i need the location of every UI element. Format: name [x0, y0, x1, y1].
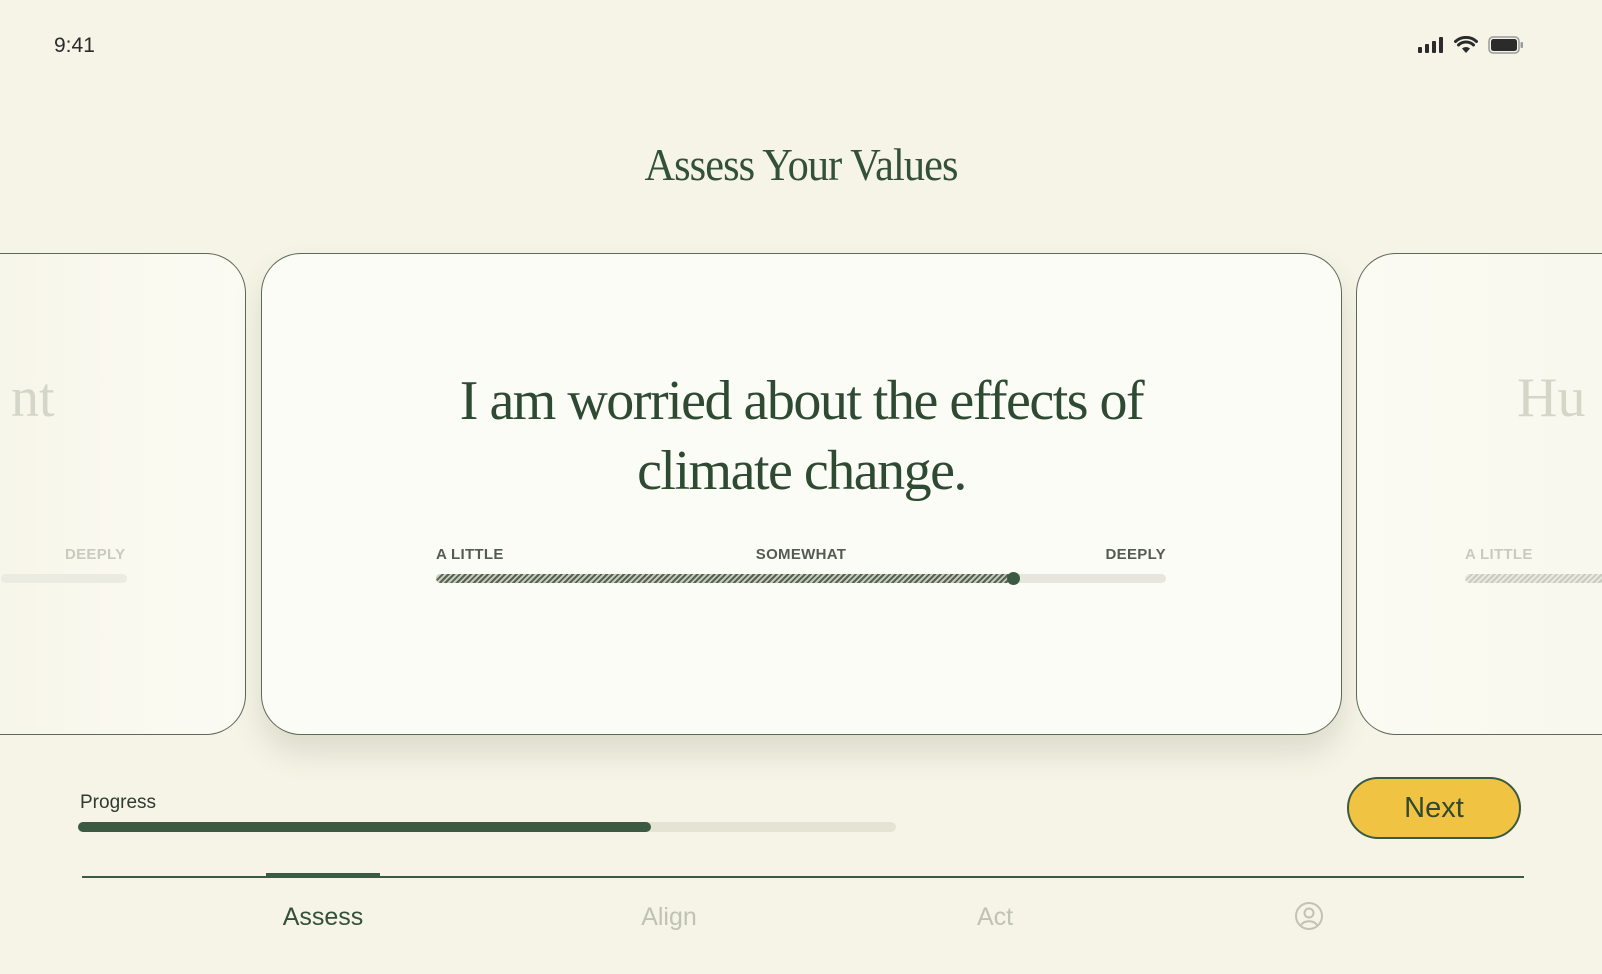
previous-card-scale-track [1, 574, 127, 583]
statement-line-2: climate change. [637, 440, 967, 502]
tab-profile[interactable] [1294, 901, 1324, 931]
slider-track[interactable] [436, 572, 1166, 585]
next-statement-card[interactable]: Hu A LITTLE [1356, 253, 1602, 735]
nav-divider [82, 876, 1524, 878]
scale-label-somewhat: SOMEWHAT [755, 546, 847, 563]
status-time: 9:41 [54, 34, 95, 57]
agreement-slider[interactable]: A LITTLE SOMEWHAT DEEPLY [436, 546, 1166, 585]
statement-line-1: I am worried about the effects of [459, 370, 1145, 432]
progress-label: Progress [80, 792, 157, 813]
previous-card-text: nt [11, 367, 55, 429]
page-title: Assess Your Values [644, 139, 958, 190]
next-card-scale-track [1465, 574, 1602, 583]
slider-fill [436, 574, 1013, 583]
tab-align[interactable]: Align [641, 903, 697, 932]
tab-act[interactable]: Act [977, 903, 1013, 932]
previous-statement-card[interactable]: nt DEEPLY [0, 253, 246, 735]
slider-thumb[interactable] [1006, 572, 1020, 585]
cellular-signal-icon [1418, 37, 1443, 53]
tab-assess[interactable]: Assess [283, 903, 364, 932]
next-button[interactable]: Next [1347, 777, 1521, 839]
user-circle-icon [1295, 902, 1323, 930]
progress-bar [78, 822, 896, 832]
previous-card-scale-label: DEEPLY [65, 546, 126, 563]
scale-labels: A LITTLE SOMEWHAT DEEPLY [436, 546, 1166, 566]
statement-text: I am worried about the effects of climat… [262, 366, 1341, 506]
status-icons [1418, 36, 1524, 54]
wifi-icon [1454, 36, 1478, 53]
progress-fill [78, 822, 651, 832]
battery-icon [1488, 36, 1523, 54]
statement-card: I am worried about the effects of climat… [261, 253, 1342, 735]
nav-active-indicator [266, 873, 380, 876]
next-card-text: Hu [1517, 367, 1586, 429]
scale-label-a-little: A LITTLE [436, 546, 504, 563]
scale-label-deeply: DEEPLY [1105, 546, 1166, 563]
next-card-scale-label: A LITTLE [1465, 546, 1533, 563]
